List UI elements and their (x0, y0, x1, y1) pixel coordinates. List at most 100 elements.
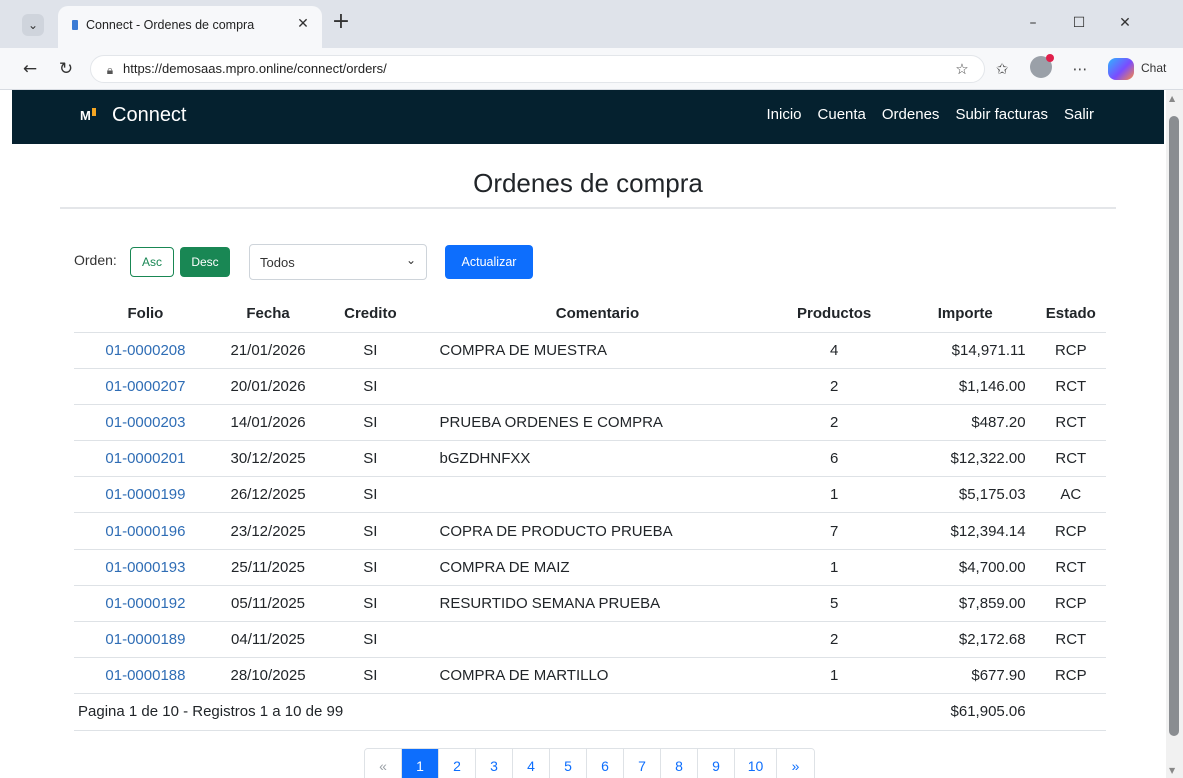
nav-link-salir[interactable]: Salir (1064, 106, 1094, 123)
nav-link-subir-facturas[interactable]: Subir facturas (955, 106, 1048, 123)
pagination-prev[interactable]: « (365, 749, 402, 778)
site-info-lock-icon[interactable]: 🔒︎ (101, 61, 119, 79)
column-header-productos[interactable]: Productos (773, 296, 895, 333)
table-row: 01-0000192 05/11/2025 SI RESURTIDO SEMAN… (74, 585, 1106, 623)
url-field[interactable]: 🔒︎ https://demosaas.mpro.online/connect/… (90, 55, 985, 83)
nav-link-ordenes[interactable]: Ordenes (882, 106, 940, 123)
tab-close-icon[interactable]: ✕ (293, 14, 313, 34)
productos-cell: 5 (773, 585, 895, 623)
page-link-1[interactable]: 1 (402, 749, 439, 778)
folio-link[interactable]: 01-0000193 (105, 559, 185, 576)
title-divider (60, 207, 1116, 209)
pagination-next[interactable]: » (777, 749, 814, 778)
estado-cell: RCT (1035, 621, 1106, 659)
table-row: 01-0000196 23/12/2025 SI COPRA DE PRODUC… (74, 512, 1106, 550)
table-row: 01-0000203 14/01/2026 SI PRUEBA ORDENES … (74, 404, 1106, 442)
productos-cell: 7 (773, 512, 895, 550)
brand-logo-accent (92, 108, 96, 116)
url-text: https://demosaas.mpro.online/connect/ord… (123, 61, 387, 76)
credito-cell: SI (319, 512, 422, 550)
sort-asc-button[interactable]: Asc (130, 247, 174, 277)
comentario-cell (421, 621, 774, 659)
sort-desc-button[interactable]: Desc (180, 247, 230, 277)
column-header-estado[interactable]: Estado (1035, 296, 1106, 333)
table-row: 01-0000188 28/10/2025 SI COMPRA DE MARTI… (74, 657, 1106, 695)
page-link-3[interactable]: 3 (476, 749, 513, 778)
page-link-8[interactable]: 8 (661, 749, 698, 778)
window-maximize-icon[interactable]: ☐ (1064, 10, 1094, 36)
reload-icon[interactable]: ↻ (54, 57, 78, 81)
comentario-cell: COMPRA DE MAIZ (421, 549, 774, 586)
status-select-value: Todos (260, 255, 295, 270)
new-tab-plus-icon[interactable]: + (330, 11, 352, 34)
fecha-cell: 21/01/2026 (216, 332, 320, 369)
status-select[interactable]: Todos ⌄ (249, 244, 427, 280)
folio-link[interactable]: 01-0000201 (105, 450, 185, 467)
folio-link[interactable]: 01-0000192 (105, 595, 185, 612)
estado-cell: RCP (1035, 512, 1106, 550)
window-close-icon[interactable]: ✕ (1110, 10, 1140, 36)
nav-link-cuenta[interactable]: Cuenta (818, 106, 866, 123)
page-link-4[interactable]: 4 (513, 749, 550, 778)
tab-list-chevron-icon[interactable]: ⌄ (22, 14, 44, 36)
comentario-cell: COMPRA DE MARTILLO (421, 657, 774, 695)
chat-label[interactable]: Chat (1141, 61, 1166, 75)
page-link-6[interactable]: 6 (587, 749, 624, 778)
orders-table: Folio Fecha Credito Comentario Productos… (74, 296, 1106, 731)
records-summary: Pagina 1 de 10 - Registros 1 a 10 de 99 (74, 693, 895, 731)
folio-link[interactable]: 01-0000188 (105, 667, 185, 684)
credito-cell: SI (319, 404, 422, 442)
folio-link[interactable]: 01-0000207 (105, 378, 185, 395)
scroll-down-arrow-icon[interactable]: ▼ (1169, 766, 1175, 775)
favorites-list-icon[interactable]: ✩ (990, 57, 1014, 81)
nav-link-inicio[interactable]: Inicio (766, 106, 801, 123)
folio-link[interactable]: 01-0000189 (105, 631, 185, 648)
copilot-icon[interactable] (1108, 58, 1134, 80)
table-row: 01-0000201 30/12/2025 SI bGZDHNFXX 6 $12… (74, 440, 1106, 478)
table-row: 01-0000199 26/12/2025 SI 1 $5,175.03 AC (74, 476, 1106, 514)
table-row: 01-0000208 21/01/2026 SI COMPRA DE MUEST… (74, 332, 1106, 369)
update-button[interactable]: Actualizar (445, 245, 533, 279)
credito-cell: SI (319, 332, 422, 369)
column-header-folio[interactable]: Folio (74, 296, 217, 333)
fecha-cell: 20/01/2026 (216, 368, 320, 405)
back-arrow-icon[interactable]: ← (18, 57, 42, 81)
page-link-7[interactable]: 7 (624, 749, 661, 778)
column-header-comentario[interactable]: Comentario (421, 296, 774, 333)
importe-cell: $7,859.00 (894, 585, 1036, 623)
importe-cell: $5,175.03 (894, 476, 1036, 514)
order-label: Orden: (74, 252, 117, 268)
comentario-cell: COMPRA DE MUESTRA (421, 332, 774, 369)
importe-cell: $14,971.11 (894, 332, 1036, 369)
scroll-up-arrow-icon[interactable]: ▲ (1169, 94, 1175, 103)
estado-cell: AC (1035, 476, 1106, 514)
pagination: « 1 2 3 4 5 6 7 8 9 10 » (364, 748, 815, 778)
favorite-star-icon[interactable]: ☆ (950, 57, 974, 81)
comentario-cell: RESURTIDO SEMANA PRUEBA (421, 585, 774, 623)
more-options-icon[interactable]: ⋯ (1068, 57, 1092, 81)
brand-name[interactable]: Connect (112, 104, 187, 127)
window-minimize-icon[interactable]: – (1018, 10, 1048, 36)
estado-cell: RCP (1035, 332, 1106, 369)
page-link-2[interactable]: 2 (439, 749, 476, 778)
column-header-fecha[interactable]: Fecha (216, 296, 320, 333)
scrollbar-thumb[interactable] (1169, 116, 1179, 736)
table-row: 01-0000193 25/11/2025 SI COMPRA DE MAIZ … (74, 549, 1106, 586)
importe-cell: $12,322.00 (894, 440, 1036, 478)
page-link-5[interactable]: 5 (550, 749, 587, 778)
productos-cell: 2 (773, 621, 895, 659)
table-row: 01-0000207 20/01/2026 SI 2 $1,146.00 RCT (74, 368, 1106, 405)
column-header-credito[interactable]: Credito (319, 296, 422, 333)
folio-link[interactable]: 01-0000208 (105, 342, 185, 359)
column-header-importe[interactable]: Importe (894, 296, 1036, 333)
folio-link[interactable]: 01-0000199 (105, 486, 185, 503)
browser-tab[interactable]: Connect - Ordenes de compra ✕ (58, 6, 322, 48)
profile-notification-dot (1046, 54, 1054, 62)
folio-link[interactable]: 01-0000203 (105, 414, 185, 431)
fecha-cell: 26/12/2025 (216, 476, 320, 514)
page-link-9[interactable]: 9 (698, 749, 735, 778)
browser-tab-bar: ⌄ Connect - Ordenes de compra ✕ + – ☐ ✕ (0, 0, 1183, 48)
page-link-10[interactable]: 10 (735, 749, 777, 778)
productos-cell: 1 (773, 476, 895, 514)
folio-link[interactable]: 01-0000196 (105, 523, 185, 540)
